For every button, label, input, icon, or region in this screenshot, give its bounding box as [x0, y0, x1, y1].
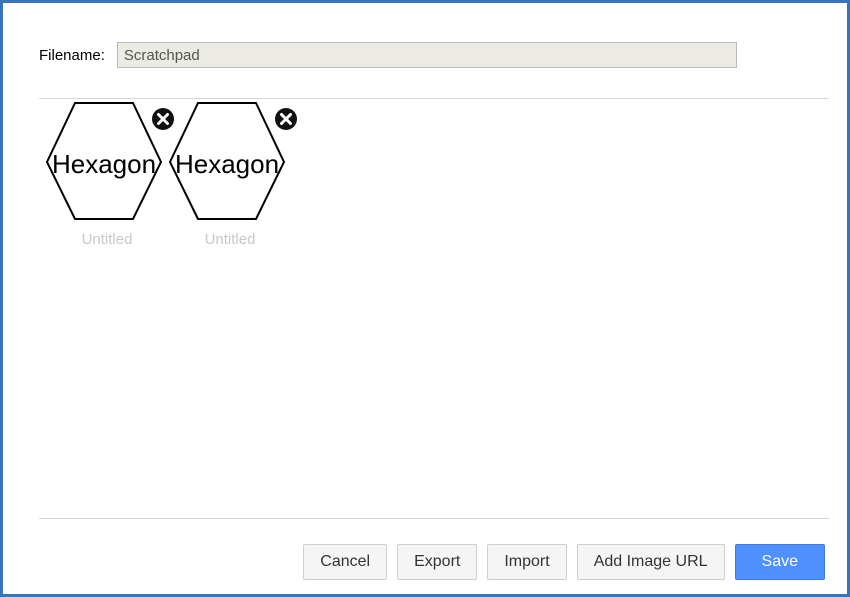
cancel-button[interactable]: Cancel — [303, 544, 388, 580]
library-item[interactable]: Hexagon Untitled — [45, 101, 174, 251]
top-divider — [39, 98, 829, 99]
library-item[interactable]: Hexagon Untitled — [168, 101, 297, 251]
import-button[interactable]: Import — [487, 544, 567, 580]
dialog-footer: Cancel Export Import Add Image URL Save — [303, 544, 825, 580]
library-area: Hexagon Untitled Hexagon Untitled — [39, 101, 829, 515]
save-button[interactable]: Save — [734, 544, 825, 580]
export-button[interactable]: Export — [397, 544, 478, 580]
bottom-divider — [39, 518, 829, 519]
scratchpad-dialog: Filename: Hexagon Untitled Hexagon — [0, 0, 850, 597]
library-item-title: Untitled — [81, 231, 133, 248]
add-image-url-button[interactable]: Add Image URL — [576, 544, 725, 580]
close-circle-icon[interactable] — [274, 107, 298, 131]
filename-label: Filename: — [39, 46, 105, 64]
library-item-title: Untitled — [204, 231, 256, 248]
hexagon-label: Hexagon — [52, 149, 156, 179]
filename-row: Filename: — [39, 41, 737, 69]
filename-input[interactable] — [116, 42, 737, 68]
hexagon-label: Hexagon — [175, 149, 279, 179]
